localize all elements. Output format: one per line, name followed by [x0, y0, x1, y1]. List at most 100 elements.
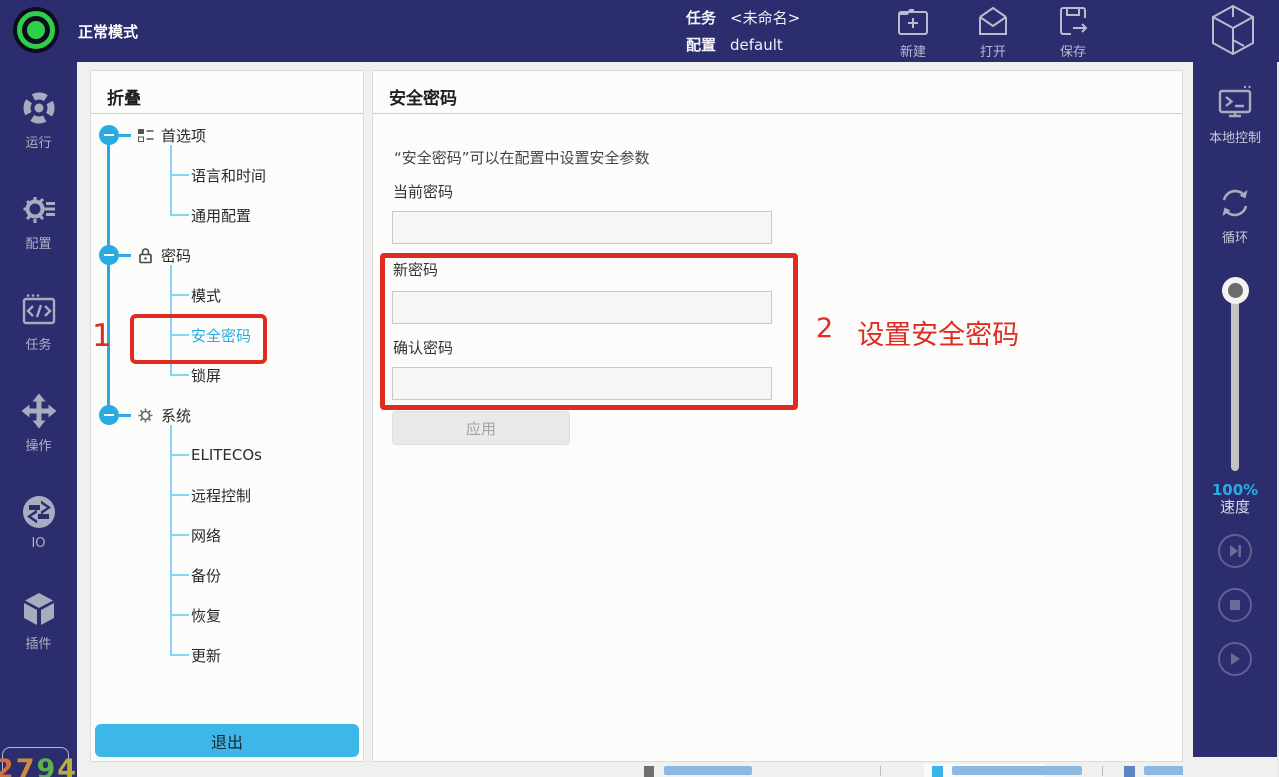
run-target-icon — [21, 90, 57, 126]
left-sidebar: 运行 配置 任务 — [0, 62, 77, 777]
new-task-icon — [895, 4, 931, 40]
sidebar-item-plugin[interactable]: 插件 — [21, 591, 57, 652]
status-text-fragment — [664, 766, 752, 775]
tree-item-safety-password[interactable]: 安全密码 — [191, 315, 251, 355]
play-button[interactable] — [1218, 642, 1252, 676]
loop-icon — [1216, 184, 1254, 222]
apply-button[interactable]: 应用 — [392, 411, 570, 445]
mode-label: 正常模式 — [78, 21, 138, 42]
speed-slider-track[interactable] — [1231, 299, 1239, 471]
speed-slider-knob[interactable] — [1222, 277, 1249, 304]
sidebar-label-task: 任务 — [25, 334, 51, 353]
tree-item-backup[interactable]: 备份 — [191, 555, 221, 595]
status-ring-icon — [17, 11, 55, 49]
collapse-toggle-icon[interactable] — [99, 405, 119, 425]
tree-label: 网络 — [191, 525, 221, 546]
speed-slider — [1193, 277, 1277, 471]
tree-item-update[interactable]: 更新 — [191, 635, 221, 675]
badge-digit: 7 — [16, 754, 35, 777]
exit-button[interactable]: 退出 — [95, 724, 359, 757]
save-task-label: 保存 — [1060, 41, 1086, 60]
local-control-icon — [1216, 84, 1254, 122]
top-bar: 正常模式 任务 <未命名> 配置 default 新建 — [0, 0, 1279, 62]
new-task-button[interactable]: 新建 — [882, 4, 944, 60]
badge-digit: 4 — [57, 754, 76, 777]
status-icon — [1124, 766, 1135, 777]
collapse-toggle-icon[interactable] — [99, 125, 119, 145]
annotation-step2-text: 设置安全密码 — [857, 313, 1019, 352]
new-password-label: 新密码 — [393, 259, 438, 280]
tree-item-language-time[interactable]: 语言和时间 — [191, 155, 266, 195]
step-button[interactable] — [1218, 534, 1252, 568]
sidebar-item-config[interactable]: 配置 — [21, 191, 57, 252]
tree-label: 更新 — [191, 645, 221, 666]
tree-label: 密码 — [161, 245, 191, 266]
robot-status-logo — [13, 7, 59, 53]
tree-label: 模式 — [191, 285, 221, 306]
tree-item-system[interactable]: 系统 — [99, 395, 191, 435]
tree-item-password[interactable]: 密码 — [99, 235, 191, 275]
status-text-fragment — [952, 766, 1082, 775]
task-label: 任务 — [686, 7, 724, 28]
badge-digit: 9 — [37, 754, 56, 777]
loop-button[interactable]: 循环 — [1193, 184, 1277, 246]
confirm-password-field[interactable] — [392, 367, 772, 400]
preferences-icon — [137, 127, 154, 144]
save-task-icon — [1055, 4, 1091, 40]
tree-label: ELITECOs — [191, 446, 262, 464]
play-icon — [1227, 651, 1243, 667]
task-value: <未命名> — [730, 7, 800, 28]
sidebar-label-io: IO — [31, 536, 45, 551]
open-task-button[interactable]: 打开 — [962, 4, 1024, 60]
current-password-field[interactable] — [392, 211, 772, 244]
description-text: “安全密码”可以在配置中设置安全参数 — [394, 147, 650, 168]
tree-item-remote-control[interactable]: 远程控制 — [191, 475, 251, 515]
annotation-step2-number: 2 — [816, 313, 833, 352]
tree-label: 系统 — [161, 405, 191, 426]
sidebar-item-io[interactable]: IO — [21, 494, 57, 551]
annotation-step1-number: 1 — [92, 318, 112, 354]
sidebar-label-plugin: 插件 — [25, 633, 51, 652]
sidebar-item-task[interactable]: 任务 — [21, 292, 57, 353]
sidebar-label-config: 配置 — [25, 233, 51, 252]
tree-item-network[interactable]: 网络 — [191, 515, 221, 555]
io-swap-icon — [21, 494, 57, 530]
tree-item-general-config[interactable]: 通用配置 — [191, 195, 251, 235]
tree-branch-line — [170, 145, 172, 215]
tree-branch-line — [170, 265, 172, 375]
new-password-field[interactable] — [392, 291, 772, 324]
save-task-button[interactable]: 保存 — [1042, 4, 1104, 60]
local-control-button[interactable]: 本地控制 — [1193, 84, 1277, 146]
status-icon — [644, 766, 654, 777]
app-screen: 正常模式 任务 <未命名> 配置 default 新建 — [0, 0, 1279, 777]
open-task-icon — [975, 4, 1011, 40]
tree-item-mode[interactable]: 模式 — [191, 275, 221, 315]
sidebar-item-run[interactable]: 运行 — [21, 90, 57, 151]
sidebar-label-jog: 操作 — [25, 435, 51, 454]
sidebar-item-jog[interactable]: 操作 — [21, 393, 57, 454]
collapse-toggle-icon[interactable] — [99, 245, 119, 265]
task-code-icon — [21, 292, 57, 328]
confirm-password-label: 确认密码 — [393, 337, 453, 358]
open-task-label: 打开 — [980, 41, 1006, 60]
safety-password-panel: 安全密码 “安全密码”可以在配置中设置安全参数 当前密码 新密码 确认密码 应用 — [372, 70, 1183, 762]
tree-item-preferences[interactable]: 首选项 — [99, 115, 206, 155]
tree-label: 通用配置 — [191, 205, 251, 226]
status-text-fragment — [1144, 766, 1183, 775]
tree-item-elitecos[interactable]: ELITECOs — [191, 435, 262, 475]
jog-arrows-icon — [21, 393, 57, 429]
collapse-header[interactable]: 折叠 — [107, 84, 141, 109]
tree-label: 锁屏 — [191, 365, 221, 386]
right-sidebar: 本地控制 循环 100% 速度 — [1193, 62, 1277, 757]
stop-button[interactable] — [1218, 588, 1252, 622]
tree-item-lock-screen[interactable]: 锁屏 — [191, 355, 221, 395]
tree-label: 远程控制 — [191, 485, 251, 506]
current-password-label: 当前密码 — [393, 181, 453, 202]
plugin-cube-icon — [21, 591, 57, 627]
page-title: 安全密码 — [389, 84, 457, 109]
system-gear-icon — [137, 407, 154, 424]
speed-value: 100% — [1193, 482, 1277, 499]
divider — [91, 113, 363, 114]
tree-item-restore[interactable]: 恢复 — [191, 595, 221, 635]
loop-label: 循环 — [1222, 227, 1248, 246]
